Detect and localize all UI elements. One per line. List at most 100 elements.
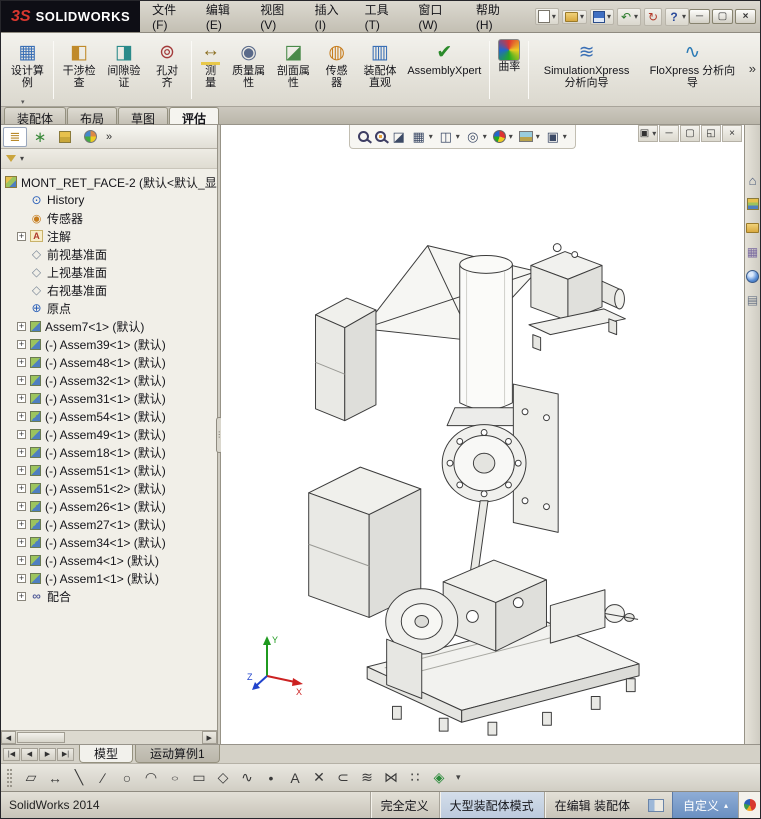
popout-doc-icon[interactable]: ◱ [701,125,721,142]
model-tab[interactable]: 模型 [79,745,133,763]
graphics-viewport[interactable]: ◪ ▦ ▾ ◫ ▾ ◎ ▾ [221,125,744,744]
tree-item[interactable]: 前视基准面 [5,245,217,263]
model-tab[interactable]: 运动算例1 [135,745,220,763]
simulationxpress-icon[interactable]: ≋ SimulationXpress 分析向导 [532,36,640,104]
dropdown-caret[interactable]: ▾ [607,12,611,21]
tree-item[interactable]: + Assem7<1> (默认) [5,317,217,335]
line-icon[interactable]: ╲ [68,767,90,789]
expand-toggle[interactable]: + [17,376,26,385]
dropdown-caret[interactable]: ▾ [682,12,686,21]
expand-toggle[interactable]: + [17,322,26,331]
close-doc-icon[interactable]: × [722,125,742,142]
apply-scene-icon[interactable]: ▾ [517,130,542,143]
undo-icon[interactable]: ↶ ▾ [617,8,641,26]
close-window-icon[interactable]: × [735,9,756,24]
expand-toggle[interactable]: + [17,358,26,367]
point-icon[interactable]: • [260,767,282,789]
dropdown-caret[interactable]: ▾ [563,132,567,141]
rectangle-icon[interactable]: ▭ [188,767,210,789]
open-icon[interactable]: ▾ [562,10,587,24]
hide-show-items-icon[interactable]: ◎ ▾ [464,128,489,146]
dropdown-caret[interactable]: ▾ [536,132,540,141]
expand-toggle[interactable]: + [17,466,26,475]
tree-item[interactable]: + (-) Assem51<2> (默认) [5,479,217,497]
section-view-icon[interactable]: ◪ [390,128,408,146]
interference-check-icon[interactable]: ◧ 干涉检查 [57,36,102,104]
mirror-entities-icon[interactable]: ⋈ [380,767,402,789]
expand-toggle[interactable]: + [17,574,26,583]
panel-horizontal-scrollbar[interactable]: ◀ ▶ [1,730,217,744]
dropdown-caret[interactable]: ▾ [552,12,556,21]
tree-item[interactable]: + (-) Assem1<1> (默认) [5,569,217,587]
last-tab-icon[interactable]: ▶| [57,748,74,761]
minimize-window-icon[interactable]: ─ [689,9,710,24]
design-library-icon[interactable] [746,197,760,211]
propertymanager-tab-icon[interactable] [28,127,52,147]
dropdown-caret[interactable]: ▾ [509,132,513,141]
scroll-right-button[interactable]: ▶ [202,731,217,744]
sketch-icon[interactable]: ▱ [20,767,42,789]
expand-toggle[interactable]: + [17,448,26,457]
tree-item[interactable]: + (-) Assem54<1> (默认) [5,407,217,425]
edit-appearance-icon[interactable]: ▾ [491,129,515,144]
tree-item[interactable]: + (-) Assem27<1> (默认) [5,515,217,533]
tree-item[interactable]: + (-) Assem31<1> (默认) [5,389,217,407]
spline-icon[interactable]: ∿ [236,767,258,789]
file-explorer-icon[interactable] [746,221,760,235]
save-icon[interactable]: ▾ [590,9,614,25]
tree-filter[interactable]: ▾ [1,149,217,169]
filter-caret[interactable]: ▾ [20,154,24,163]
expand-toggle[interactable]: + [17,538,26,547]
curvature-icon[interactable]: 曲率 [493,36,525,104]
measure-icon[interactable]: ↔ 测量 [195,36,226,104]
pane-display-icon[interactable]: ▣ ▾ [638,125,658,142]
customize-caret[interactable]: ▴ [724,801,728,810]
tree-item[interactable]: + (-) Assem26<1> (默认) [5,497,217,515]
tree-item[interactable]: + (-) Assem18<1> (默认) [5,443,217,461]
minimize-doc-icon[interactable]: ─ [659,125,679,142]
command-tab[interactable]: 草图 [118,107,168,124]
command-tab[interactable]: 装配体 [4,107,66,124]
menu-item[interactable]: 视图(V) [252,1,306,32]
dropdown-caret[interactable]: ▾ [580,12,584,21]
menu-item[interactable]: 编辑(E) [198,1,252,32]
trim-icon[interactable]: ✕ [308,767,330,789]
text-icon[interactable]: A [284,767,306,789]
arc-icon[interactable]: ◠ [140,767,162,789]
commandmanager-flyout-caret[interactable]: ▾ [21,98,25,106]
tree-item[interactable]: + (-) Assem39<1> (默认) [5,335,217,353]
tree-item[interactable]: History [5,191,217,209]
expand-toggle[interactable]: + [17,502,26,511]
command-tab[interactable]: 评估 [169,107,219,124]
smart-dimension-icon[interactable]: ↔ [44,767,66,789]
expand-toggle[interactable]: + [17,556,26,565]
scrollbar-thumb[interactable] [17,732,65,743]
convert-entities-icon[interactable]: ⊂ [332,767,354,789]
menu-item[interactable]: 文件(F) [144,1,198,32]
tree-item[interactable]: 传感器 [5,209,217,227]
expand-toggle[interactable]: + [17,340,26,349]
expand-toggle[interactable]: + [17,412,26,421]
view-palette-icon[interactable] [746,245,760,259]
hole-alignment-icon[interactable]: ⊚ 孔对齐 [146,36,188,104]
help-icon[interactable]: ? ▾ [665,8,689,26]
featuremanager-tab-icon[interactable] [3,127,27,147]
configurationmanager-tab-icon[interactable] [53,127,77,147]
tree-item[interactable]: 原点 [5,299,217,317]
prev-tab-icon[interactable]: ◀ [21,748,38,761]
view-orientation-icon[interactable]: ▦ ▾ [410,128,435,146]
tree-item[interactable]: + 配合 [5,587,217,605]
dropdown-caret[interactable]: ▾ [456,132,460,141]
first-tab-icon[interactable]: |◀ [3,748,20,761]
sensor-icon[interactable]: ◍ 传感器 [316,36,358,104]
tree-item[interactable]: + (-) Assem49<1> (默认) [5,425,217,443]
offset-entities-icon[interactable]: ≋ [356,767,378,789]
next-tab-icon[interactable]: ▶ [39,748,56,761]
dropdown-caret[interactable]: ▾ [634,12,638,21]
tree-item[interactable]: + (-) Assem51<1> (默认) [5,461,217,479]
ellipse-icon[interactable]: ○ [164,767,186,789]
assembly-visualization-icon[interactable]: ▥ 装配体直观 [358,36,403,104]
tree-item[interactable]: + (-) Assem34<1> (默认) [5,533,217,551]
zoom-fit-icon[interactable] [356,130,371,143]
panel-tabs-overflow[interactable]: » [106,131,112,143]
